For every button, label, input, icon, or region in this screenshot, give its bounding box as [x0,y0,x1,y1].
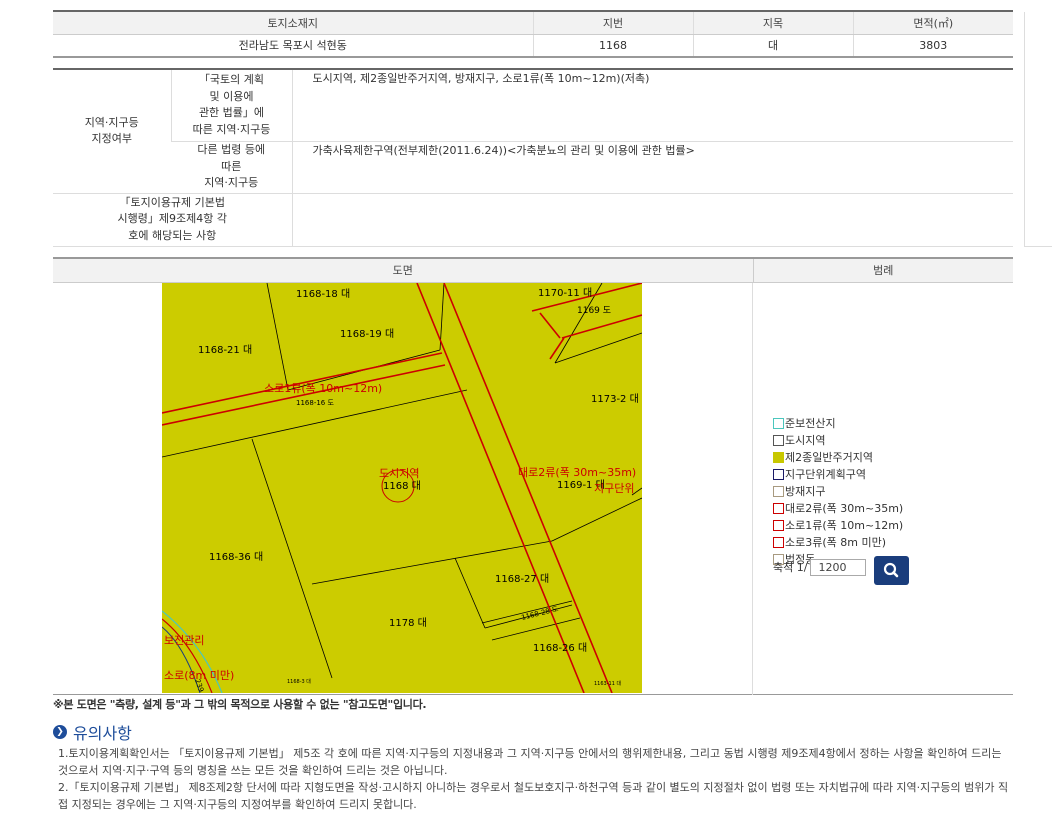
caution-item: 1.토지이용계획확인서는 「토지이용규제 기본법」 제5조 각 호에 따른 지역… [58,747,1002,777]
legend-swatch [773,451,784,463]
legend-item-semi-conservation-forest: 준보전산지 [773,415,903,432]
lot-1168-18: 1168-18 대 [296,288,350,300]
caution-list: 1.토지이용계획확인서는 「토지이용규제 기본법」 제5조 각 호에 따른 지역… [58,746,1013,814]
legend-swatch [773,434,784,446]
lot-1163-11: 1163-11 대 [594,680,621,687]
scale-search-button[interactable] [874,555,909,585]
land-use-plan-confirmation: 토지소재지 지번 지목 면적(㎡) 전라남도 목포시 석현동 1168 대 38… [53,10,1013,811]
road-label-small: 소로1류(폭 10m~12m) [264,382,382,395]
scale-input[interactable] [810,558,867,576]
scale-control: 축척 1/ [773,558,867,576]
other-law-label: 다른 법령 등에 따른 지역·지구등 [171,141,292,194]
caution-title: ❯ 유의사항 [53,720,132,744]
zone-designation-table: 지역·지구등 지정여부 「국토의 계획 및 이용에 관한 법률」에 따른 지역·… [53,68,1013,247]
legend-item-minor-road-1: 소로1류(폭 10m~12m) [773,517,903,534]
other-law-value: 가축사육제한구역(전부제한(2011.6.24))<가축분뇨의 관리 및 이용에… [291,141,1013,194]
lot-1168-3: 1168-3 대 [287,678,311,685]
zone-label-district: 지구단위 [594,482,634,495]
map-header: 도면 [53,258,753,283]
right-panel-border [1024,12,1052,247]
legend-swatch [773,502,784,514]
zone-label-urban: 도시지역 [379,467,419,480]
legend-item-minor-road-3: 소로3류(폭 8m 미만) [773,534,903,551]
map-section-table: 도면 범례 1168-18 대 1170-11 대 1169 도 1168-19… [53,257,1013,695]
area-value: 3803 [852,34,1013,58]
zone-main-label: 지역·지구등 지정여부 [53,69,171,194]
lot-1168-27: 1168-27 대 [495,573,549,585]
legend-item-residential-zone: 제2종일반주거지역 [773,449,903,466]
road-label-tiny: 소로(8m 미만) [164,669,234,682]
legend-item-major-road: 대로2류(폭 30m~35m) [773,500,903,517]
location-value: 전라남도 목포시 석현동 [53,34,533,58]
lot-1168-26: 1168-26 대 [533,642,587,654]
legend-item-disaster-prevention: 방재지구 [773,483,903,500]
land-info-table: 토지소재지 지번 지목 면적(㎡) 전라남도 목포시 석현동 1168 대 38… [53,10,1013,58]
legend-swatch [773,536,784,548]
lot-1169: 1169 도 [577,306,611,316]
lot-1170-11: 1170-11 대 [538,287,592,299]
zone-label-conserve: 보전관리 [164,634,204,647]
legend-item-urban-area: 도시지역 [773,432,903,449]
map-legend: 준보전산지 도시지역 제2종일반주거지역 지구단위계획구역 방재지구 대로2류(… [773,415,903,568]
national-law-value: 도시지역, 제2종일반주거지역, 방재지구, 소로1류(폭 10m~12m)(저… [291,69,1013,142]
caution-item: 2.「토지이용규제 기본법」 제8조제2항 단서에 따라 지형도면을 작성·고시… [58,781,1009,811]
legend-swatch [773,485,784,497]
search-icon [883,562,899,577]
lot-1173-2: 1173-2 대 [591,393,639,405]
legend-swatch [773,417,784,429]
header-land-category: 지목 [692,11,853,35]
lot-1168-36: 1168-36 대 [209,551,263,563]
lot-1168-16: 1168-16 도 [296,399,334,407]
header-location: 토지소재지 [53,11,533,35]
reference-map-note: ※본 도면은 "측량, 설계 등"과 그 밖의 목적으로 사용할 수 없는 "참… [53,698,427,711]
regulation-value [291,193,1013,247]
chevron-right-icon: ❯ [53,725,67,739]
lot-1168-21: 1168-21 대 [198,344,252,356]
regulation-label: 「토지이용규제 기본법 시행령」제9조제4항 각 호에 해당되는 사항 [53,193,292,247]
legend-item-district-plan: 지구단위계획구역 [773,466,903,483]
national-law-label: 「국토의 계획 및 이용에 관한 법률」에 따른 지역·지구등 [170,69,292,142]
caution-title-text: 유의사항 [73,724,132,743]
road-label-large: 대로2류(폭 30m~35m) [518,466,636,479]
lot-number-value: 1168 [532,34,693,58]
header-area: 면적(㎡) [852,11,1013,35]
legend-swatch [773,519,784,531]
scale-label: 축척 1/ [773,561,808,574]
cadastral-map[interactable]: 1168-18 대 1170-11 대 1169 도 1168-19 대 116… [162,282,642,693]
lot-1168-19: 1168-19 대 [340,328,394,340]
land-category-value: 대 [692,34,853,58]
lot-1168: 1168 대 [383,480,421,492]
legend-swatch [773,468,784,480]
map-area: 1168-18 대 1170-11 대 1169 도 1168-19 대 116… [53,282,1013,695]
lot-1178: 1178 대 [389,617,427,629]
legend-header: 범례 [752,258,1013,283]
header-lot-number: 지번 [532,11,693,35]
